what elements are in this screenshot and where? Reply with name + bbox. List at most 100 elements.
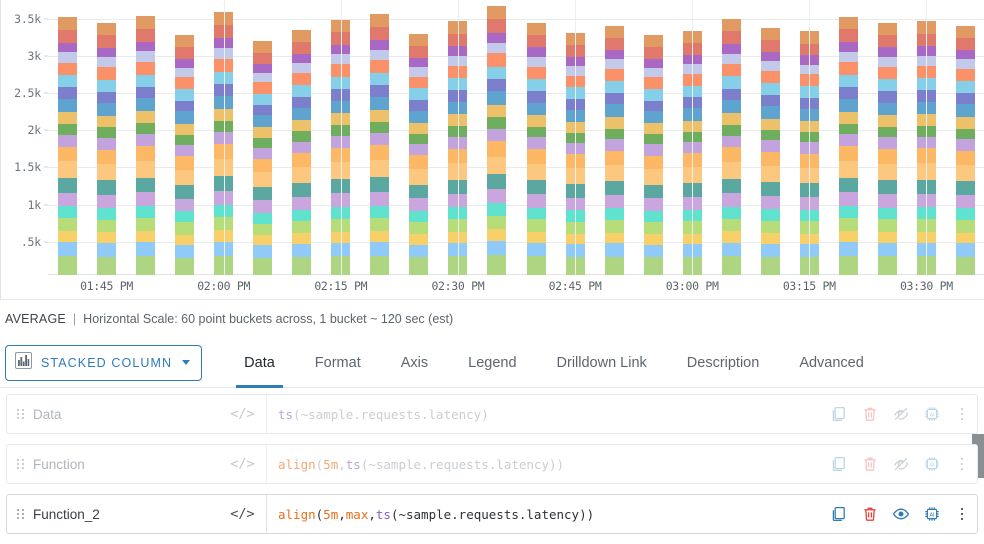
tab-description[interactable]: Description	[667, 338, 780, 388]
chart-bar[interactable]	[604, 25, 624, 276]
chart-bar-segment	[409, 133, 429, 144]
svg-text:AI: AI	[929, 462, 934, 468]
chart-bar-segment	[643, 234, 663, 245]
chart-bar-segment	[292, 73, 312, 85]
tab-data[interactable]: Data	[224, 338, 295, 388]
chart-bar[interactable]	[253, 41, 273, 276]
chart-bar[interactable]	[760, 27, 780, 276]
copy-icon[interactable]	[830, 405, 848, 423]
query-row[interactable]: Data </> ts (~sample.requests.latency) AI	[6, 394, 978, 434]
chart-bar-segment	[292, 96, 312, 108]
chart-bar-segment	[526, 163, 546, 181]
query-row-name[interactable]: Function	[33, 445, 219, 483]
x-axis-tick-label: 02:15 PM	[314, 279, 368, 294]
query-row[interactable]: Function </> align(5m, ts (~sample.requests…	[6, 444, 978, 484]
tab-advanced[interactable]: Advanced	[779, 338, 884, 388]
drag-handle-icon[interactable]	[7, 395, 33, 433]
chart-bar-segment	[838, 134, 858, 147]
chart-bar-segment	[253, 158, 273, 173]
expression-token: max	[345, 506, 369, 522]
copy-icon[interactable]	[830, 505, 848, 523]
chart-bar-segment	[760, 196, 780, 210]
code-toggle-icon[interactable]: </>	[219, 395, 267, 433]
chart-bar[interactable]	[955, 25, 975, 276]
query-expression-input[interactable]: align(5m, max, ts (~sample.requests.laten…	[267, 495, 826, 533]
chart-bar-segment	[838, 218, 858, 232]
query-row-name[interactable]: Function_2	[33, 495, 219, 533]
tab-axis[interactable]: Axis	[381, 338, 448, 388]
chart-bar[interactable]	[58, 16, 78, 276]
trash-icon[interactable]	[861, 455, 879, 473]
trash-icon[interactable]	[861, 405, 879, 423]
chart-bar-segment	[643, 198, 663, 212]
query-expression-input[interactable]: ts (~sample.requests.latency)	[267, 395, 826, 433]
query-row[interactable]: Function_2 </> align(5m, max, ts (~sample.r…	[6, 494, 978, 534]
chart-bar[interactable]	[721, 18, 741, 276]
chart-bar-segment	[955, 256, 975, 276]
chart-bar-segment	[643, 169, 663, 185]
chart-bar-segment	[877, 47, 897, 57]
chart-plot-area[interactable]	[48, 0, 984, 276]
ai-icon[interactable]: AI	[923, 405, 941, 423]
chart-bar-segment	[136, 134, 156, 147]
chart-bar-segment	[760, 220, 780, 234]
gridline-vertical	[457, 0, 459, 276]
tab-legend[interactable]: Legend	[448, 338, 536, 388]
chart-bar-segment	[175, 35, 195, 48]
chart-bar[interactable]	[877, 22, 897, 276]
chart-bar-segment	[955, 81, 975, 94]
tab-format[interactable]: Format	[295, 338, 381, 388]
expression-token: (~sample.requests.latency)	[293, 406, 489, 422]
chart-bar-segment	[526, 66, 546, 80]
chart-bar-segment	[877, 22, 897, 36]
chart-bar-segment	[97, 164, 117, 181]
query-row-name[interactable]: Data	[33, 395, 219, 433]
chart-bar[interactable]	[370, 14, 390, 276]
chart-bar[interactable]	[175, 35, 195, 276]
chart-bar-segment	[604, 150, 624, 166]
chart-bar-segment	[643, 155, 663, 170]
ai-icon[interactable]: AI	[923, 455, 941, 473]
query-row-actions: AI	[826, 445, 977, 483]
chart-bar-segment	[409, 58, 429, 68]
chart-bar-segment	[292, 141, 312, 153]
chart-bar-segment	[721, 113, 741, 125]
chart-bar[interactable]	[409, 34, 429, 276]
chart-bar[interactable]	[97, 22, 117, 276]
chart-bar-segment	[526, 137, 546, 150]
chart-bar-segment	[877, 256, 897, 276]
chart-bar-segment	[526, 56, 546, 67]
chart-bar[interactable]	[487, 6, 507, 276]
drag-handle-icon[interactable]	[7, 495, 33, 533]
code-toggle-icon[interactable]: </>	[219, 445, 267, 483]
chart-bar-segment	[409, 257, 429, 276]
gridline-vertical	[809, 0, 811, 276]
chart-bar-segment	[292, 42, 312, 55]
eye-slash-icon[interactable]	[892, 405, 910, 423]
query-expression-input[interactable]: align(5m, ts (~sample.requests.latency))	[267, 445, 826, 483]
chart-bar[interactable]	[838, 16, 858, 276]
chart-bar-segment	[721, 178, 741, 194]
eye-slash-icon[interactable]	[892, 455, 910, 473]
chart-type-dropdown[interactable]: STACKED COLUMN	[5, 344, 203, 381]
code-toggle-icon[interactable]: </>	[219, 495, 267, 533]
chart-bar[interactable]	[643, 35, 663, 276]
chart-bar-segment	[97, 102, 117, 116]
chart-bar[interactable]	[136, 15, 156, 276]
kebab-menu-icon[interactable]	[954, 407, 968, 421]
kebab-menu-icon[interactable]	[954, 457, 968, 471]
trash-icon[interactable]	[861, 505, 879, 523]
chart-bar-segment	[487, 229, 507, 241]
tab-drilldown-link[interactable]: Drilldown Link	[537, 338, 667, 388]
kebab-menu-icon[interactable]	[954, 507, 968, 521]
eye-icon[interactable]	[892, 505, 910, 523]
ai-icon[interactable]: AI	[923, 505, 941, 523]
chart-bar-segment	[838, 62, 858, 75]
copy-icon[interactable]	[830, 455, 848, 473]
chart-bar[interactable]	[526, 22, 546, 276]
drag-handle-icon[interactable]	[7, 445, 33, 483]
chart-bar[interactable]	[292, 29, 312, 276]
chart-bar-segment	[643, 144, 663, 156]
query-rows-list: Data </> ts (~sample.requests.latency) AI F…	[0, 388, 984, 544]
chart-bar-segment	[58, 218, 78, 232]
